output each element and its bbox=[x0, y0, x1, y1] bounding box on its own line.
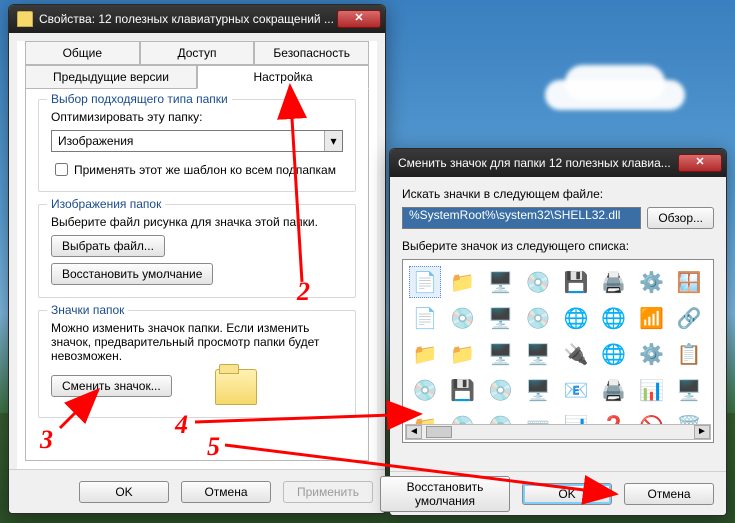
tab-content: Выбор подходящего типа папки Оптимизиров… bbox=[25, 89, 369, 461]
icon-item[interactable]: 🪟 bbox=[673, 266, 705, 298]
icon-item[interactable]: 🌐 bbox=[560, 302, 592, 334]
tab-previous-versions[interactable]: Предыдущие версии bbox=[25, 65, 197, 89]
icon-path-input[interactable]: %SystemRoot%\system32\SHELL32.dll bbox=[402, 207, 641, 229]
icon-item[interactable]: 📄 bbox=[409, 302, 441, 334]
icon-item[interactable]: ⚙️ bbox=[636, 266, 668, 298]
icon-item[interactable]: 🔗 bbox=[673, 302, 705, 334]
change-icon-button[interactable]: Сменить значок... bbox=[51, 375, 172, 397]
icon-item[interactable]: 📁 bbox=[447, 338, 479, 370]
apply-subfolders-row[interactable]: Применять этот же шаблон ко всем подпапк… bbox=[51, 160, 343, 179]
browse-button[interactable]: Обзор... bbox=[647, 207, 714, 229]
icon-item[interactable]: 🖥️ bbox=[485, 338, 517, 370]
annotation-4: 4 bbox=[175, 410, 188, 440]
apply-subfolders-checkbox[interactable] bbox=[55, 163, 68, 176]
icon-item[interactable]: 🖨️ bbox=[598, 266, 630, 298]
icon-item[interactable]: 📁 bbox=[409, 338, 441, 370]
window-title: Свойства: 12 полезных клавиатурных сокра… bbox=[39, 12, 337, 26]
change-icon-window: Сменить значок для папки 12 полезных кла… bbox=[389, 148, 727, 516]
icon-list[interactable]: 📄📁🖥️💿💾🖨️⚙️🪟📄💿🖥️💿🌐🌐📶🔗📁📁🖥️🖥️🔌🌐⚙️📋💿💾💿🖥️📧🖨️📊… bbox=[402, 259, 714, 443]
change-icon-label: Можно изменить значок папки. Если измени… bbox=[51, 321, 343, 363]
icon-item[interactable]: 🔌 bbox=[560, 338, 592, 370]
apply-subfolders-label: Применять этот же шаблон ко всем подпапк… bbox=[74, 163, 336, 177]
group-folder-icons: Значки папок Можно изменить значок папки… bbox=[38, 310, 356, 418]
tabs-row-1: Общие Доступ Безопасность bbox=[25, 41, 369, 65]
annotation-2: 2 bbox=[297, 277, 310, 307]
icon-item[interactable]: 💾 bbox=[560, 266, 592, 298]
path-label: Искать значки в следующем файле: bbox=[402, 187, 714, 201]
folder-preview-icon bbox=[215, 369, 257, 405]
combo-value: Изображения bbox=[52, 134, 324, 148]
icon-item[interactable]: 💿 bbox=[522, 302, 554, 334]
icon-item[interactable]: 🖥️ bbox=[485, 302, 517, 334]
dialog-buttons: OK Отмена Применить bbox=[9, 469, 385, 513]
apply-button: Применить bbox=[283, 481, 373, 503]
titlebar[interactable]: Сменить значок для папки 12 полезных кла… bbox=[390, 149, 726, 177]
scroll-left-arrow[interactable]: ◄ bbox=[406, 425, 422, 439]
ok-button[interactable]: OK bbox=[79, 481, 169, 503]
properties-window: Свойства: 12 полезных клавиатурных сокра… bbox=[8, 4, 386, 514]
icon-item[interactable]: ⚙️ bbox=[636, 338, 668, 370]
restore-default-button[interactable]: Восстановить умолчание bbox=[51, 263, 213, 285]
group-folder-type: Выбор подходящего типа папки Оптимизиров… bbox=[38, 99, 356, 192]
icon-item[interactable]: 📧 bbox=[560, 374, 592, 406]
folder-icon bbox=[17, 11, 33, 27]
close-button[interactable]: ✕ bbox=[678, 154, 722, 172]
icon-item[interactable]: 📄 bbox=[409, 266, 441, 298]
icon-item[interactable]: 🖥️ bbox=[673, 374, 705, 406]
ok-button[interactable]: OK bbox=[522, 483, 612, 505]
group-title: Выбор подходящего типа папки bbox=[47, 92, 232, 106]
icon-item[interactable]: 🖥️ bbox=[522, 374, 554, 406]
group-title: Значки папок bbox=[47, 303, 128, 317]
icon-item[interactable]: 💾 bbox=[447, 374, 479, 406]
tabs-row-2: Предыдущие версии Настройка bbox=[25, 65, 369, 89]
tab-customize[interactable]: Настройка bbox=[197, 65, 369, 89]
icon-item[interactable]: 📶 bbox=[636, 302, 668, 334]
restore-defaults-button[interactable]: Восстановить умолчания bbox=[380, 476, 510, 512]
cancel-button[interactable]: Отмена bbox=[624, 483, 714, 505]
window-title: Сменить значок для папки 12 полезных кла… bbox=[398, 156, 678, 170]
icon-item[interactable]: 🖥️ bbox=[522, 338, 554, 370]
tab-general[interactable]: Общие bbox=[25, 41, 140, 65]
icon-item[interactable]: 📋 bbox=[673, 338, 705, 370]
tab-security[interactable]: Безопасность bbox=[254, 41, 369, 65]
scroll-thumb[interactable] bbox=[426, 426, 452, 438]
dialog-buttons: Восстановить умолчания OK Отмена bbox=[390, 471, 726, 515]
icon-item[interactable]: 📊 bbox=[636, 374, 668, 406]
icon-item[interactable]: 💿 bbox=[485, 374, 517, 406]
optimize-combo[interactable]: Изображения ▾ bbox=[51, 130, 343, 152]
annotation-5: 5 bbox=[207, 432, 220, 462]
list-label: Выберите значок из следующего списка: bbox=[402, 239, 714, 253]
titlebar[interactable]: Свойства: 12 полезных клавиатурных сокра… bbox=[9, 5, 385, 33]
annotation-3: 3 bbox=[40, 425, 53, 455]
icon-item[interactable]: 🖥️ bbox=[485, 266, 517, 298]
icon-item[interactable]: 💿 bbox=[447, 302, 479, 334]
horizontal-scrollbar[interactable]: ◄ ► bbox=[405, 424, 711, 440]
icon-item[interactable]: 🖨️ bbox=[598, 374, 630, 406]
icon-item[interactable]: 🌐 bbox=[598, 338, 630, 370]
icon-item[interactable]: 💿 bbox=[522, 266, 554, 298]
group-title: Изображения папок bbox=[47, 197, 165, 211]
icon-item[interactable]: 💿 bbox=[409, 374, 441, 406]
icon-item[interactable]: 🌐 bbox=[598, 302, 630, 334]
choose-file-button[interactable]: Выбрать файл... bbox=[51, 235, 165, 257]
cancel-button[interactable]: Отмена bbox=[181, 481, 271, 503]
icon-item[interactable]: 📁 bbox=[447, 266, 479, 298]
scroll-right-arrow[interactable]: ► bbox=[694, 425, 710, 439]
choose-file-label: Выберите файл рисунка для значка этой па… bbox=[51, 215, 343, 229]
tab-access[interactable]: Доступ bbox=[140, 41, 255, 65]
optimize-label: Оптимизировать эту папку: bbox=[51, 110, 343, 124]
close-button[interactable]: ✕ bbox=[337, 10, 381, 28]
chevron-down-icon[interactable]: ▾ bbox=[324, 131, 342, 151]
